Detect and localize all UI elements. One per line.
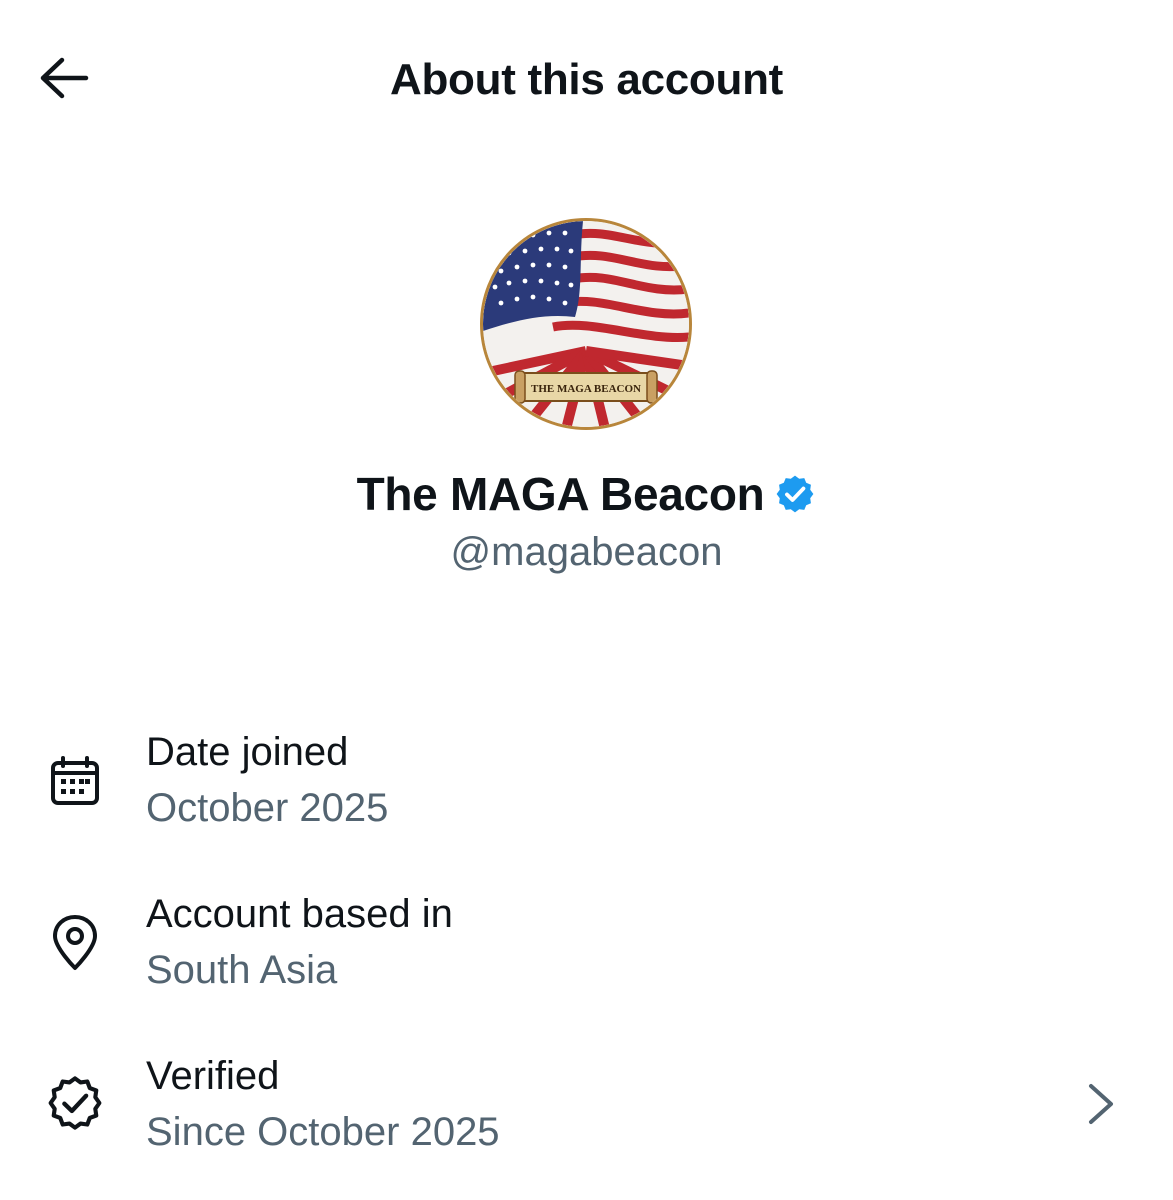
date-joined-label: Date joined (146, 730, 349, 774)
page-title: About this account (389, 55, 784, 104)
avatar-banner-text: THE MAGA BEACON (531, 383, 641, 395)
handle: @magabeacon (450, 530, 723, 574)
date-joined-value: October 2025 (146, 786, 389, 830)
account-location-row: Account based in South Asia (0, 884, 1173, 1014)
verified-badge-icon[interactable] (774, 473, 816, 515)
avatar[interactable]: THE MAGA BEACON (480, 218, 692, 430)
header-bar: About this account (0, 0, 1173, 160)
date-joined-row: Date joined October 2025 (0, 722, 1173, 852)
name-row: The MAGA Beacon (0, 462, 1173, 526)
display-name: The MAGA Beacon (356, 468, 765, 520)
chevron-right-icon[interactable] (1079, 1074, 1123, 1134)
verified-label: Verified (146, 1054, 280, 1098)
location-pin-icon (44, 912, 106, 974)
verified-row[interactable]: Verified Since October 2025 (0, 1046, 1173, 1176)
verified-check-icon (44, 1072, 106, 1134)
calendar-icon (44, 750, 106, 812)
account-location-value: South Asia (146, 948, 338, 992)
verified-value: Since October 2025 (146, 1110, 500, 1154)
account-location-label: Account based in (146, 892, 453, 936)
